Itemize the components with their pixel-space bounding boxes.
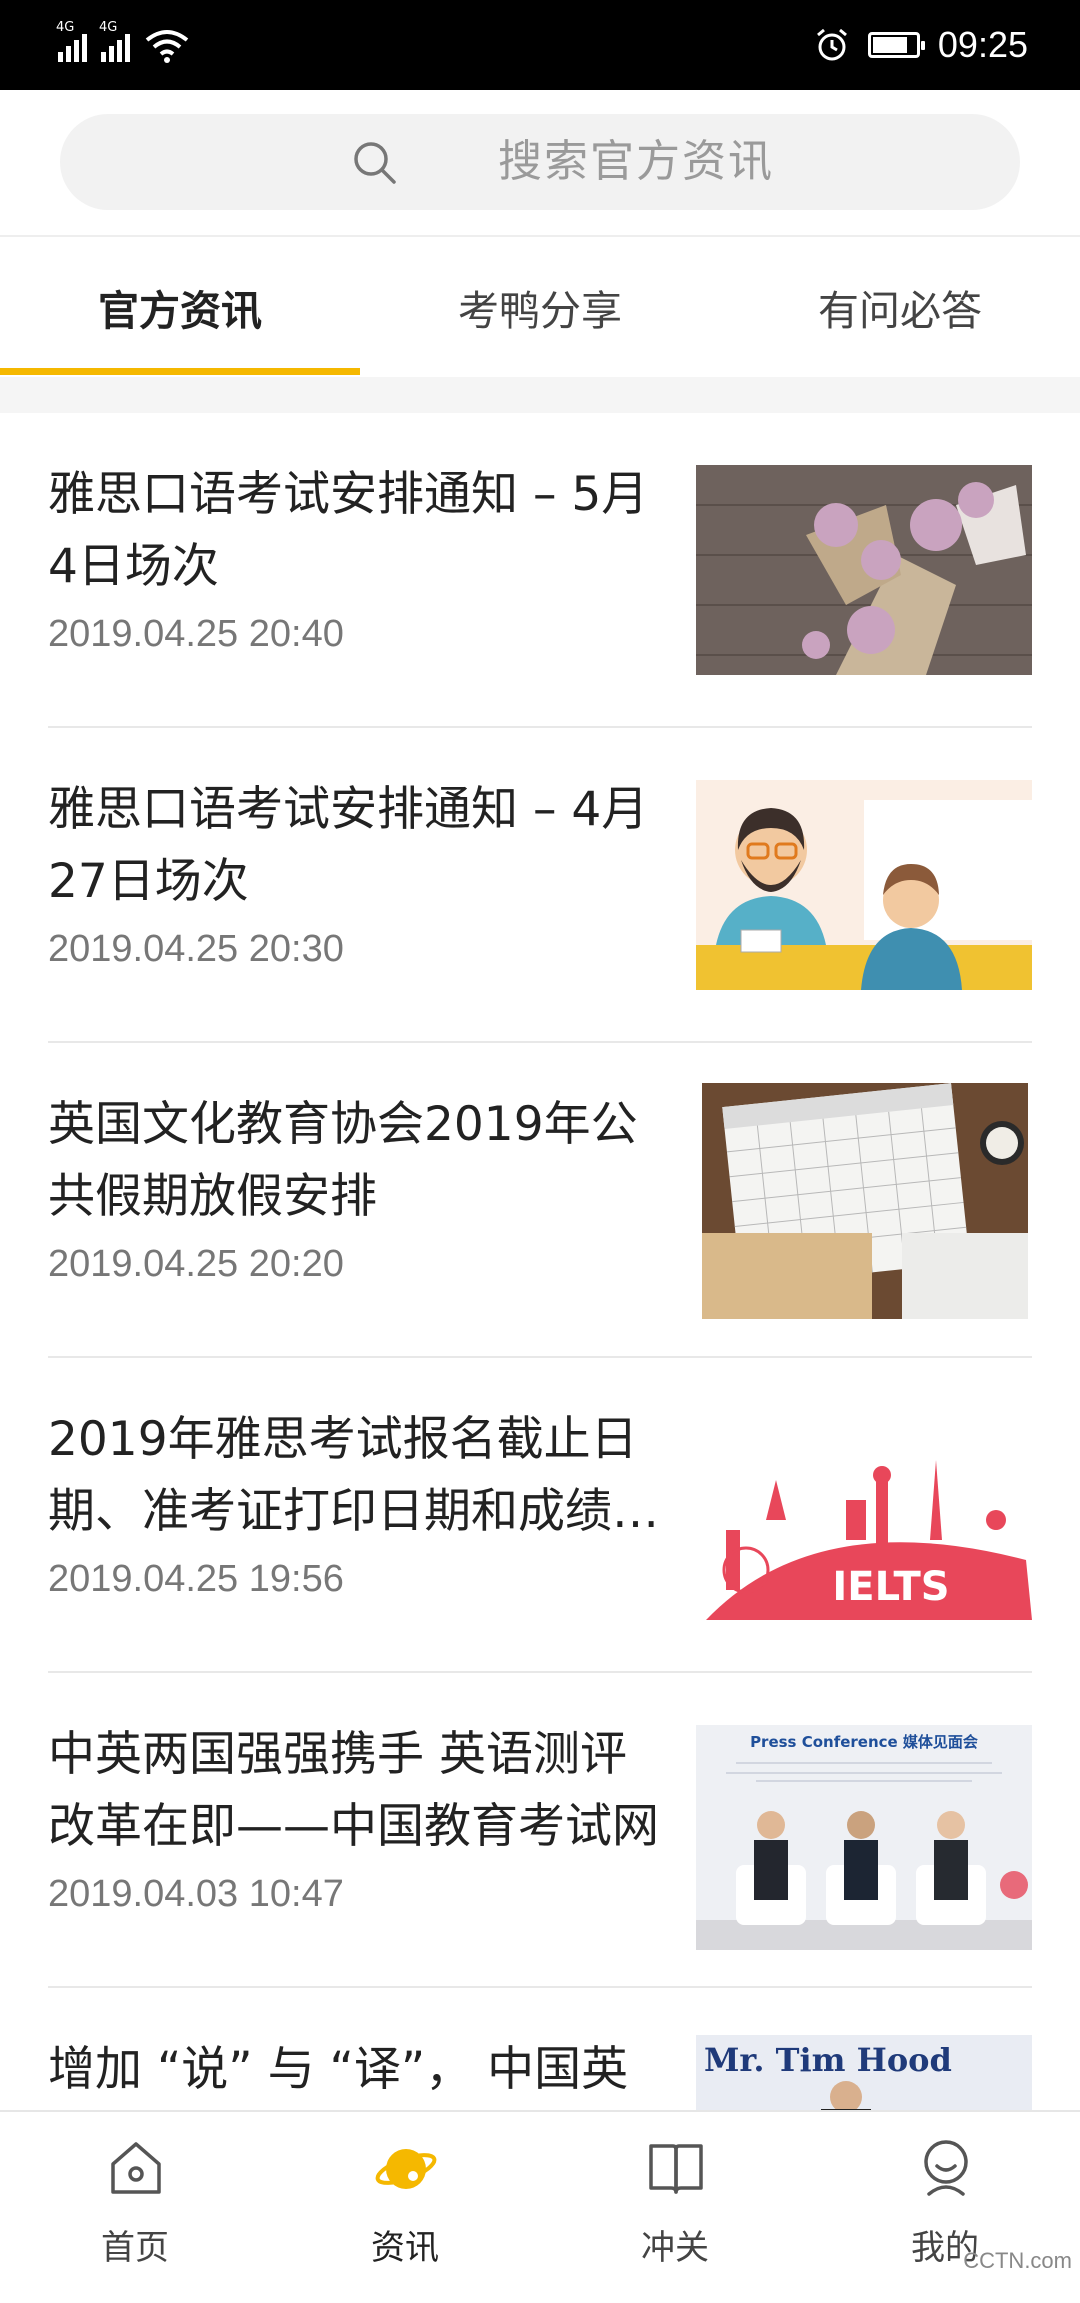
list-item[interactable]: 英国文化教育协会2019年公共假期放假安排 2019.04.25 20:20 xyxy=(0,1043,1080,1358)
article-date: 2019.04.25 20:30 xyxy=(48,928,344,970)
flowers-photo-thumbnail xyxy=(696,465,1032,675)
search-input[interactable]: 搜索官方资讯 xyxy=(60,114,1020,210)
speaker-photo-thumbnail: Mr. Tim Hood xyxy=(696,2035,1032,2115)
nav-challenge-label: 冲关 xyxy=(641,2228,709,2268)
nav-home[interactable]: 首页 xyxy=(0,2112,270,2282)
home-icon xyxy=(111,2142,161,2194)
cellular-signal-icon-1: 4G xyxy=(56,20,87,62)
battery-icon xyxy=(867,32,925,58)
alarm-icon xyxy=(816,28,847,61)
article-title: 中英两国强强携手 英语测评改革在即——中国教育考试网 xyxy=(48,1727,659,1854)
tab-share[interactable]: 考鸭分享 xyxy=(360,237,720,377)
clock: 09:25 xyxy=(937,24,1028,65)
list-item[interactable]: 中英两国强强携手 英语测评改革在即——中国教育考试网 2019.04.03 10… xyxy=(0,1673,1080,1988)
article-date: 2019.04.25 19:56 xyxy=(48,1558,344,1600)
wifi-icon xyxy=(145,30,189,63)
active-tab-indicator xyxy=(0,368,360,375)
search-icon xyxy=(354,142,396,184)
nav-home-label: 首页 xyxy=(101,2228,169,2268)
ielts-label: IELTS xyxy=(832,1564,949,1610)
bottom-navigation: 首页 资讯 冲关 我的 CCTN.com xyxy=(0,2110,1080,2282)
nav-news[interactable]: 资讯 xyxy=(270,2112,540,2282)
search-bar-area: 搜索官方资讯 xyxy=(0,90,1080,237)
ielts-world-illustration-thumbnail: IELTS xyxy=(696,1410,1032,1620)
tab-bar: 官方资讯 考鸭分享 有问必答 xyxy=(0,237,1080,377)
status-bar: 4G 4G 09:25 xyxy=(0,0,1080,90)
article-title: 英国文化教育协会2019年公共假期放假安排 xyxy=(48,1097,638,1224)
press-conference-label: Press Conference 媒体见面会 xyxy=(750,1733,978,1751)
press-conference-photo-thumbnail: Press Conference 媒体见面会 xyxy=(696,1725,1032,1950)
network-type-1: 4G xyxy=(56,20,75,35)
list-item[interactable]: 雅思口语考试安排通知 – 4月27日场次 2019.04.25 20:30 xyxy=(0,728,1080,1043)
list-item[interactable]: 2019年雅思考试报名截止日期、准考证打印日期和成绩发布日期 2019.04.2… xyxy=(0,1358,1080,1673)
section-spacer xyxy=(0,377,1080,413)
site-watermark: CCTN.com xyxy=(963,2248,1072,2273)
nav-challenge[interactable]: 冲关 xyxy=(540,2112,810,2282)
interview-illustration-thumbnail xyxy=(696,780,1032,990)
network-type-2: 4G xyxy=(99,20,118,35)
profile-icon xyxy=(924,2140,968,2196)
planet-icon xyxy=(375,2149,437,2189)
article-date: 2019.04.25 20:40 xyxy=(48,613,344,655)
calendar-photo-thumbnail xyxy=(702,1083,1028,1319)
nav-news-label: 资讯 xyxy=(371,2228,439,2268)
list-item[interactable]: 雅思口语考试安排通知 – 5月4日场次 2019.04.25 20:40 xyxy=(0,413,1080,728)
article-title: 2019年雅思考试报名截止日期、准考证打印日期和成绩发布日期 xyxy=(48,1412,659,1539)
article-date: 2019.04.03 10:47 xyxy=(48,1873,344,1915)
speaker-name-label: Mr. Tim Hood xyxy=(704,2041,952,2079)
tab-official-news[interactable]: 官方资讯 xyxy=(0,237,360,377)
search-placeholder: 搜索官方资讯 xyxy=(498,136,774,187)
tab-qa[interactable]: 有问必答 xyxy=(720,237,1080,377)
cellular-signal-icon-2: 4G xyxy=(99,20,130,62)
book-icon xyxy=(649,2144,703,2194)
article-date: 2019.04.25 20:20 xyxy=(48,1243,344,1285)
article-title: 雅思口语考试安排通知 – 5月4日场次 xyxy=(48,467,649,594)
article-title: 雅思口语考试安排通知 – 4月27日场次 xyxy=(48,782,649,909)
